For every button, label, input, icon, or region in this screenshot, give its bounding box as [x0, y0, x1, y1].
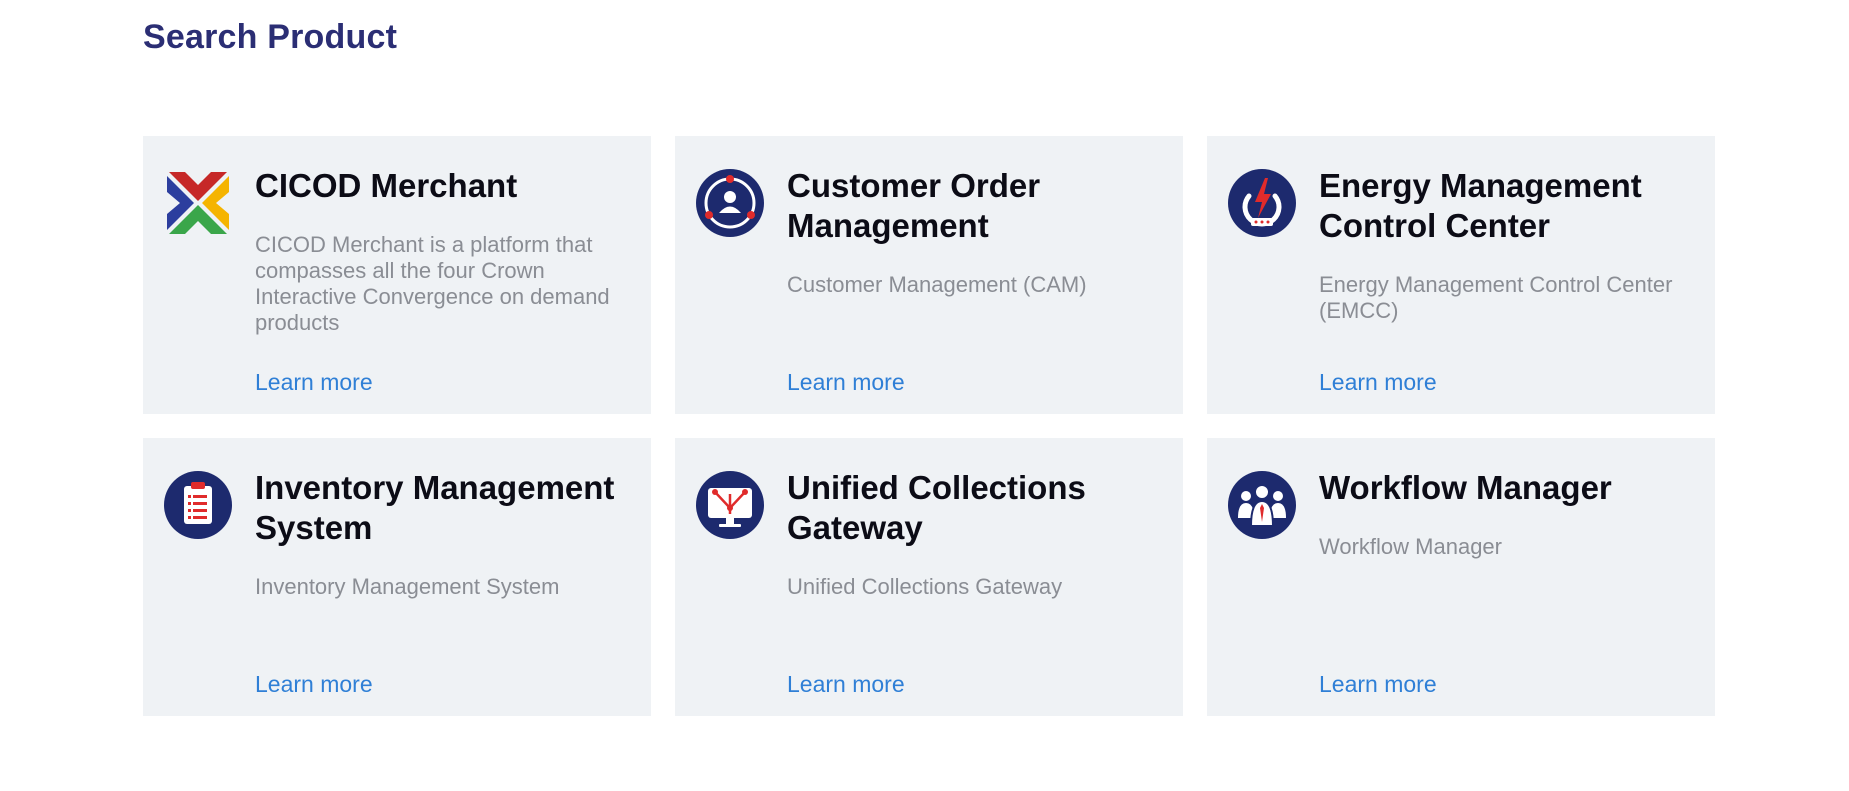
card-body: Customer Order Management Customer Manag…: [787, 166, 1169, 414]
card-body: Inventory Management System Inventory Ma…: [255, 468, 637, 716]
learn-more-link-unified-collections-gateway[interactable]: Learn more: [787, 671, 905, 698]
card-body: Workflow Manager Workflow Manager Learn …: [1319, 468, 1701, 716]
card-title: Customer Order Management: [787, 167, 1041, 244]
workflow-team-icon: [1227, 470, 1297, 540]
card-description: Unified Collections Gateway: [787, 574, 1063, 599]
energy-management-icon: [1227, 168, 1297, 238]
card-title: Unified Collections Gateway: [787, 469, 1086, 546]
product-card-energy-management: Energy Management Control Center Energy …: [1207, 136, 1715, 414]
learn-more-link-customer-order-management[interactable]: Learn more: [787, 369, 905, 396]
card-description: Energy Management Control Center (EMCC): [1319, 272, 1673, 323]
inventory-clipboard-icon: [163, 470, 233, 540]
product-card-cicod-merchant: CICOD Merchant CICOD Merchant is a platf…: [143, 136, 651, 414]
collections-gateway-icon: [695, 470, 765, 540]
card-description: Workflow Manager: [1319, 534, 1502, 559]
product-grid: CICOD Merchant CICOD Merchant is a platf…: [143, 136, 1716, 716]
card-body: CICOD Merchant CICOD Merchant is a platf…: [255, 166, 637, 414]
card-title: Energy Management Control Center: [1319, 167, 1642, 244]
product-card-customer-order-management: Customer Order Management Customer Manag…: [675, 136, 1183, 414]
page-title: Search Product: [143, 18, 398, 56]
card-description: Inventory Management System: [255, 574, 560, 599]
card-body: Energy Management Control Center Energy …: [1319, 166, 1701, 414]
cicod-logo-icon: [163, 168, 233, 238]
card-description: CICOD Merchant is a platform that compas…: [255, 232, 610, 335]
product-card-unified-collections-gateway: Unified Collections Gateway Unified Coll…: [675, 438, 1183, 716]
learn-more-link-energy-management[interactable]: Learn more: [1319, 369, 1437, 396]
product-card-inventory-management: Inventory Management System Inventory Ma…: [143, 438, 651, 716]
product-card-workflow-manager: Workflow Manager Workflow Manager Learn …: [1207, 438, 1715, 716]
card-description: Customer Management (CAM): [787, 272, 1087, 297]
card-body: Unified Collections Gateway Unified Coll…: [787, 468, 1169, 716]
card-title: Workflow Manager: [1319, 469, 1612, 506]
card-title: Inventory Management System: [255, 469, 615, 546]
card-title: CICOD Merchant: [255, 167, 518, 204]
customer-order-icon: [695, 168, 765, 238]
learn-more-link-workflow-manager[interactable]: Learn more: [1319, 671, 1437, 698]
learn-more-link-inventory-management[interactable]: Learn more: [255, 671, 373, 698]
search-product-page: Search Product CICOD Merchant CICOD Merc…: [0, 0, 1849, 791]
learn-more-link-cicod-merchant[interactable]: Learn more: [255, 369, 373, 396]
